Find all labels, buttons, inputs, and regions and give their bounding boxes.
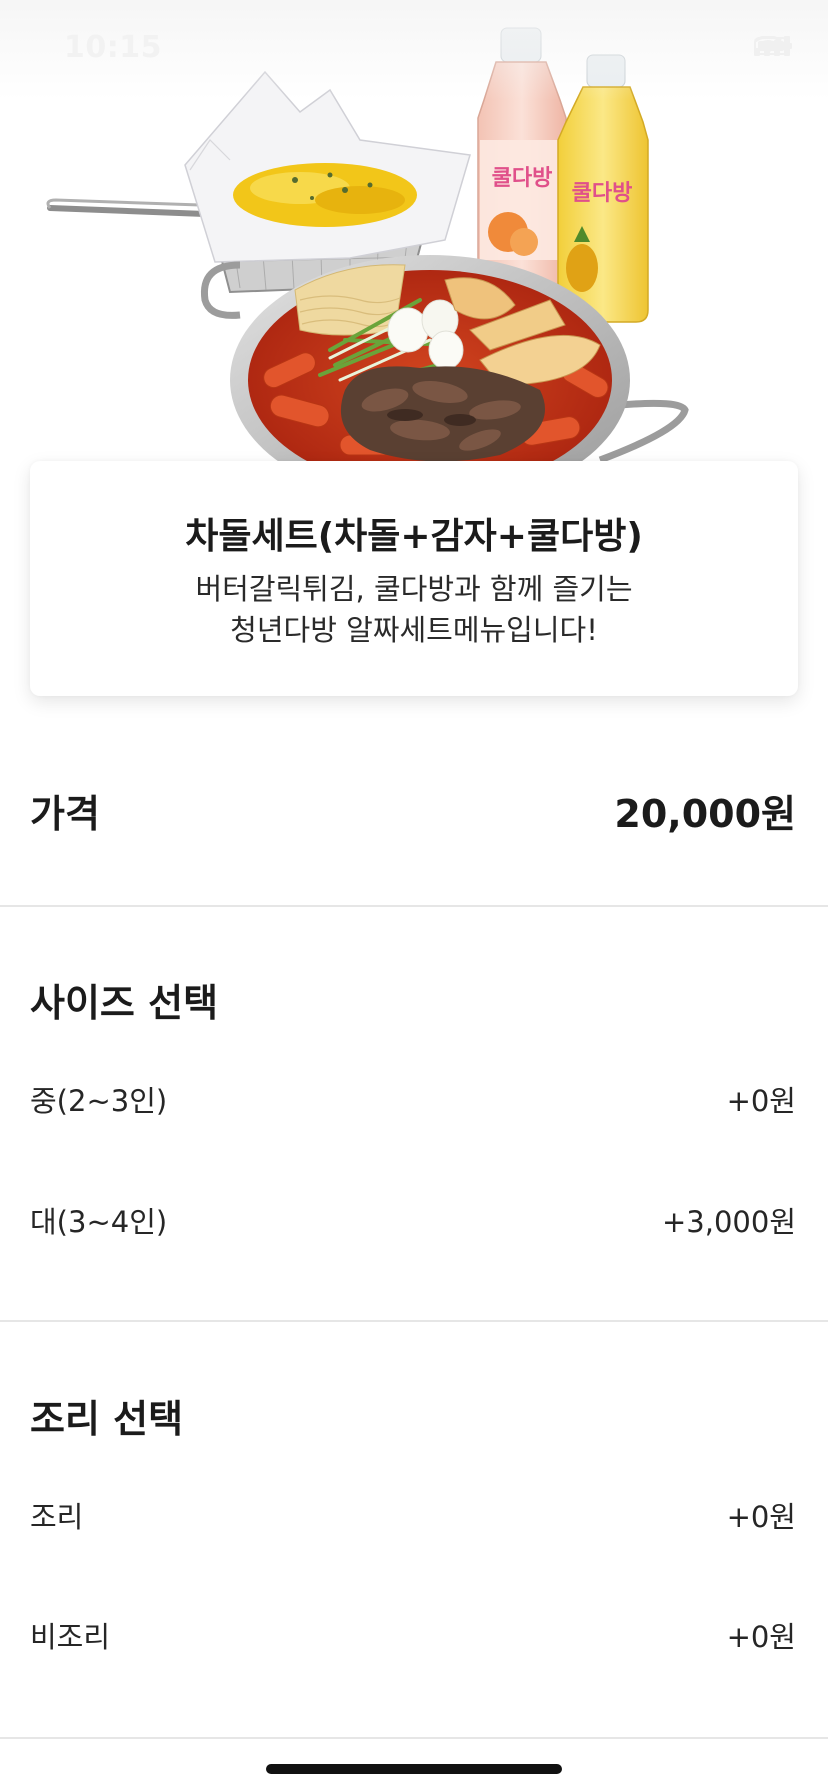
price-value: 20,000원 [614, 791, 796, 836]
size-option-large[interactable]: 대(3~4인) +3,000원 [30, 1195, 796, 1245]
product-info-card: 차돌세트(차돌+감자+쿨다방) 버터갈릭튀김, 쿨다방과 함께 즐기는 청년다방… [30, 461, 798, 696]
svg-text:쿨다방: 쿨다방 [492, 166, 553, 191]
product-description-line2: 청년다방 알짜세트메뉴입니다! [230, 613, 598, 647]
product-description: 버터갈릭튀김, 쿨다방과 함께 즐기는 청년다방 알짜세트메뉴입니다! [90, 569, 738, 651]
size-option-medium[interactable]: 중(2~3인) +0원 [30, 1074, 796, 1124]
option-price: +3,000원 [662, 1205, 796, 1239]
option-label: 비조리 [30, 1620, 111, 1654]
cook-option-uncooked[interactable]: 비조리 +0원 [30, 1610, 796, 1660]
price-row: 가격 20,000원 [30, 782, 796, 838]
status-icons [754, 36, 792, 56]
price-label: 가격 [30, 791, 100, 836]
divider [0, 1320, 828, 1322]
svg-text:쿨다방: 쿨다방 [572, 181, 633, 206]
home-indicator[interactable] [266, 1764, 562, 1774]
divider [0, 905, 828, 907]
option-price: +0원 [726, 1500, 796, 1534]
cook-section-title: 조리 선택 [30, 1397, 184, 1441]
hero-image: 쿨다방 쿨다방 10:15 [0, 0, 828, 470]
status-time: 10:15 [64, 30, 162, 65]
option-price: +0원 [726, 1620, 796, 1654]
size-section-title: 사이즈 선택 [30, 981, 219, 1025]
option-label: 중(2~3인) [30, 1084, 168, 1118]
option-price: +0원 [726, 1084, 796, 1118]
cook-option-cooked[interactable]: 조리 +0원 [30, 1490, 796, 1540]
option-label: 조리 [30, 1500, 84, 1534]
battery-icon [754, 37, 792, 55]
divider [0, 1737, 828, 1739]
option-label: 대(3~4인) [30, 1205, 168, 1239]
status-bar: 10:15 [0, 0, 828, 100]
product-name: 차돌세트(차돌+감자+쿨다방) [185, 516, 643, 557]
product-description-line1: 버터갈릭튀김, 쿨다방과 함께 즐기는 [195, 572, 633, 606]
